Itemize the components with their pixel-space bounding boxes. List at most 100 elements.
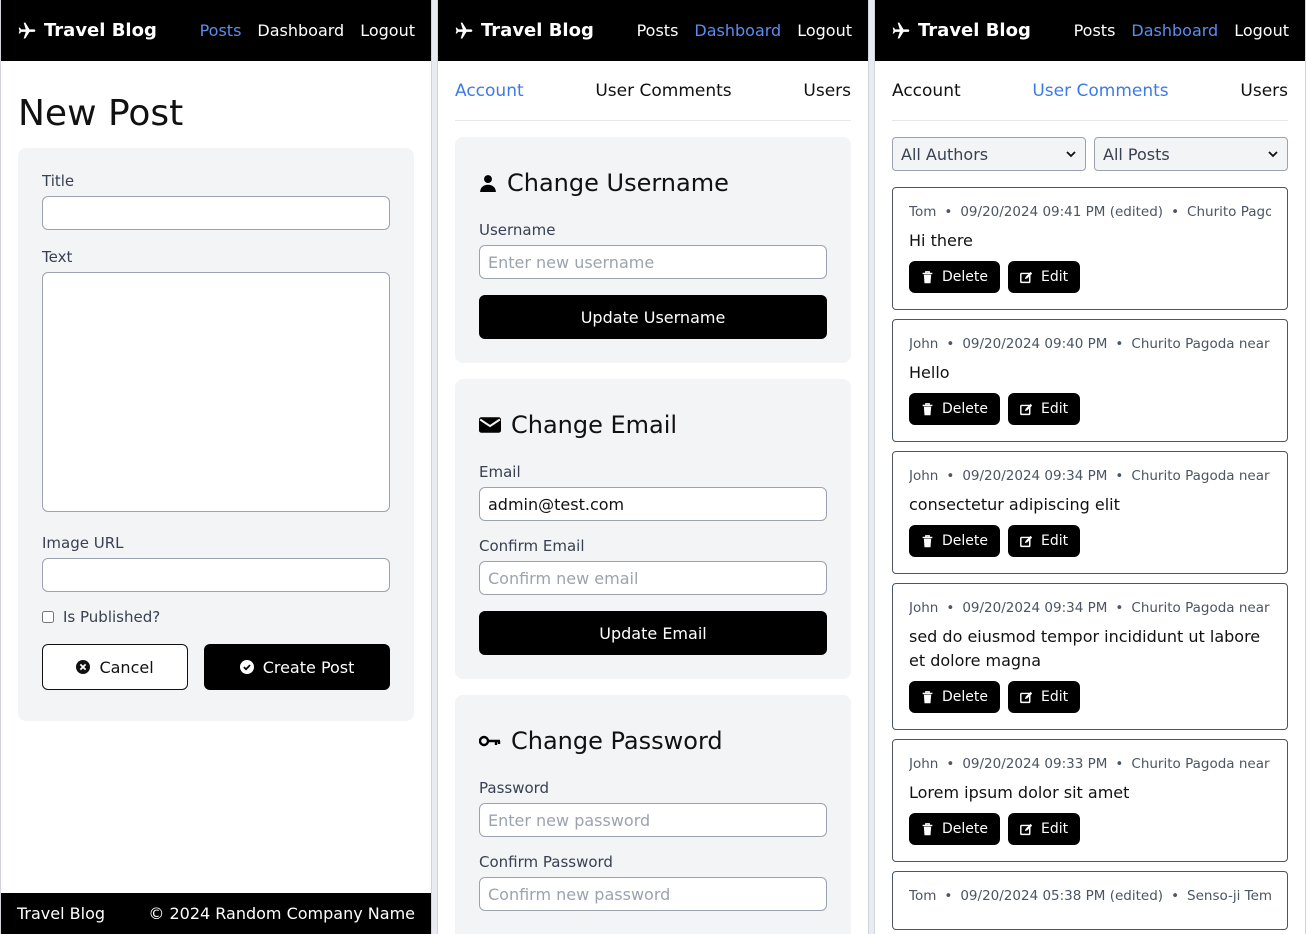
create-post-button[interactable]: Create Post [204, 644, 390, 690]
cancel-button[interactable]: Cancel [42, 644, 189, 690]
edit-button[interactable]: Edit [1008, 681, 1081, 713]
navbar: Travel Blog Posts Dashboard Logout [438, 0, 868, 61]
delete-button[interactable]: Delete [909, 525, 1000, 557]
password-field-group: Password [479, 779, 827, 837]
comment-actions: Delete Edit [909, 681, 1271, 713]
comment-text: consectetur adipiscing elit [909, 495, 1120, 514]
username-input[interactable] [479, 245, 827, 279]
nav-posts-link[interactable]: Posts [1074, 21, 1116, 40]
comment-card-5: John • 09/20/2024 09:33 PM • Churito Pagoda … [892, 739, 1288, 862]
edit-icon [1020, 403, 1033, 415]
trash-icon [922, 690, 933, 703]
edit-label: Edit [1041, 821, 1069, 837]
footer-copyright: © 2024 Random Company Name [148, 904, 415, 923]
delete-button[interactable]: Delete [909, 813, 1000, 845]
brand[interactable]: Travel Blog [891, 20, 1031, 41]
delete-button[interactable]: Delete [909, 393, 1000, 425]
meta-separator: • [946, 336, 955, 352]
tab-user-comments[interactable]: User Comments [595, 81, 731, 101]
nav-dashboard-link[interactable]: Dashboard [257, 21, 344, 40]
edit-button[interactable]: Edit [1008, 525, 1081, 557]
nav-links: Posts Dashboard Logout [637, 21, 852, 40]
nav-logout-link[interactable]: Logout [1234, 21, 1289, 40]
comment-actions: Delete Edit [909, 393, 1271, 425]
envelope-icon [479, 417, 501, 433]
footer-brand: Travel Blog [17, 904, 106, 923]
brand[interactable]: Travel Blog [17, 20, 157, 41]
author-filter-value: All Authors [901, 144, 989, 164]
footer: Travel Blog © 2024 Random Company Name [1, 893, 431, 934]
image-url-label: Image URL [42, 534, 124, 552]
meta-separator: • [944, 204, 953, 220]
airplane-icon [892, 22, 910, 38]
brand[interactable]: Travel Blog [454, 20, 594, 41]
author-filter-select[interactable]: All Authors [892, 137, 1086, 171]
image-url-input[interactable] [42, 558, 390, 592]
edit-button[interactable]: Edit [1008, 393, 1081, 425]
tab-user-comments[interactable]: User Comments [1032, 81, 1168, 101]
comment-author: John [909, 600, 939, 616]
text-textarea[interactable] [42, 272, 390, 512]
new-post-form: Title Text Image URL Is Published? Cance… [18, 148, 414, 721]
meta-separator: • [946, 756, 955, 772]
update-email-button[interactable]: Update Email [479, 611, 827, 655]
change-email-section: Change Email Email Confirm Email Update … [455, 379, 851, 679]
comment-card-6: Tom • 09/20/2024 05:38 PM (edited) • Senso-j… [892, 871, 1288, 930]
edit-icon [1020, 535, 1033, 547]
meta-separator: • [1115, 336, 1124, 352]
password-input[interactable] [479, 803, 827, 837]
comment-text: Hello [909, 363, 950, 382]
post-filter-select[interactable]: All Posts [1094, 137, 1288, 171]
edit-button[interactable]: Edit [1008, 261, 1081, 293]
confirm-password-input[interactable] [479, 877, 827, 911]
comment-date: 09/20/2024 09:40 PM [962, 336, 1108, 352]
tab-users[interactable]: Users [803, 81, 851, 101]
comment-meta: John • 09/20/2024 09:40 PM • Churito Pagoda … [909, 336, 1271, 352]
text-label: Text [42, 248, 73, 266]
edit-icon [1020, 691, 1033, 703]
confirm-password-label: Confirm Password [479, 853, 613, 871]
meta-separator: • [944, 888, 953, 904]
brand-label: Travel Blog [481, 20, 594, 41]
comment-post: Churito Pagoda near M [1131, 600, 1271, 616]
update-username-button[interactable]: Update Username [479, 295, 827, 339]
email-input[interactable] [479, 487, 827, 521]
delete-label: Delete [942, 533, 988, 549]
nav-posts-link[interactable]: Posts [200, 21, 242, 40]
edit-label: Edit [1041, 401, 1069, 417]
published-checkbox[interactable] [42, 611, 54, 623]
delete-button[interactable]: Delete [909, 261, 1000, 293]
comment-date: 09/20/2024 05:38 PM (edited) [960, 888, 1164, 904]
nav-posts-link[interactable]: Posts [637, 21, 679, 40]
edit-button[interactable]: Edit [1008, 813, 1081, 845]
comment-post: Churito Pagoda [1187, 204, 1271, 220]
navbar: Travel Blog Posts Dashboard Logout [1, 0, 431, 61]
comment-actions: Delete Edit [909, 525, 1271, 557]
nav-dashboard-link[interactable]: Dashboard [694, 21, 781, 40]
navbar: Travel Blog Posts Dashboard Logout [875, 0, 1305, 61]
brand-label: Travel Blog [918, 20, 1031, 41]
airplane-icon [455, 22, 473, 38]
create-post-label: Create Post [262, 657, 355, 677]
trash-icon [922, 822, 933, 835]
confirm-email-input[interactable] [479, 561, 827, 595]
title-label: Title [42, 172, 75, 190]
tab-account[interactable]: Account [892, 81, 961, 101]
nav-logout-link[interactable]: Logout [797, 21, 852, 40]
comment-card-4: John • 09/20/2024 09:34 PM • Churito Pagoda … [892, 583, 1288, 730]
title-input[interactable] [42, 196, 390, 230]
cancel-label: Cancel [99, 657, 154, 677]
trash-icon [922, 402, 933, 415]
tab-users[interactable]: Users [1240, 81, 1288, 101]
comment-date: 09/20/2024 09:34 PM [962, 468, 1108, 484]
edit-label: Edit [1041, 689, 1069, 705]
chevron-down-icon [1066, 151, 1076, 158]
nav-dashboard-link[interactable]: Dashboard [1131, 21, 1218, 40]
chevron-down-icon [1268, 151, 1278, 158]
nav-logout-link[interactable]: Logout [360, 21, 415, 40]
comment-post: Churito Pagoda near M [1131, 756, 1271, 772]
tab-account[interactable]: Account [455, 81, 524, 101]
comment-post: Senso-ji Temple [1187, 888, 1271, 904]
page-title: New Post [18, 93, 184, 134]
delete-button[interactable]: Delete [909, 681, 1000, 713]
